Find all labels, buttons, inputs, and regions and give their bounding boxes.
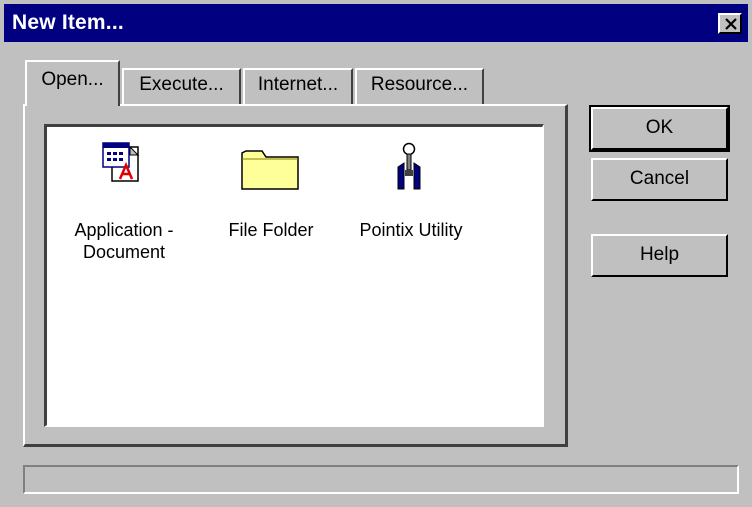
close-button[interactable] (718, 13, 742, 34)
list-item-label: Application - Document (74, 220, 174, 262)
ok-button[interactable]: OK (589, 105, 730, 152)
utility-icon (394, 141, 424, 196)
tab-open[interactable]: Open... (25, 60, 120, 106)
tab-execute[interactable]: Execute... (122, 68, 241, 104)
tab-open-label: Open... (41, 69, 104, 90)
list-item-label: Pointix Utility (359, 220, 463, 240)
help-button[interactable]: Help (591, 234, 728, 277)
close-icon (725, 18, 737, 30)
folder-icon (240, 147, 302, 196)
cancel-button[interactable]: Cancel (591, 158, 728, 201)
cancel-button-label: Cancel (629, 168, 690, 189)
application-document-icon (100, 141, 144, 190)
title-bar: New Item... (4, 4, 748, 42)
tab-internet-label: Internet... (257, 74, 339, 95)
tab-execute-label: Execute... (139, 74, 224, 95)
status-bar (23, 465, 739, 494)
tab-resource-label: Resource... (370, 74, 469, 95)
tab-resource[interactable]: Resource... (355, 68, 484, 104)
list-item-label: File Folder (228, 220, 314, 240)
window-title: New Item... (12, 11, 124, 34)
ok-button-label: OK (645, 117, 674, 138)
help-button-label: Help (639, 244, 680, 265)
item-list-view[interactable]: Application - Document File Folder Point… (44, 124, 544, 427)
new-item-dialog: New Item... Open... Execute... Internet.… (0, 0, 752, 507)
tab-internet[interactable]: Internet... (243, 68, 353, 104)
